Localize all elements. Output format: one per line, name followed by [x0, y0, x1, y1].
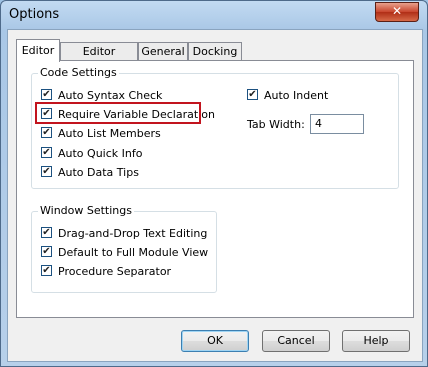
full-module-view-label: Default to Full Module View [58, 246, 209, 259]
tab-editor-label: Editor [21, 44, 55, 57]
auto-list-members-checkbox[interactable]: ✔ [41, 127, 52, 138]
ok-button[interactable]: OK [181, 330, 249, 352]
tab-general[interactable]: General [138, 42, 188, 60]
dialog-client-area: Editor Editor Format General Docking Cod… [7, 29, 423, 362]
close-button[interactable]: ✕ [375, 2, 419, 22]
tab-width-value: 4 [315, 117, 322, 130]
full-module-view-checkbox[interactable]: ✔ [41, 246, 52, 257]
title-bar[interactable]: Options ✕ [1, 1, 427, 29]
highlight-box [35, 102, 201, 124]
editor-tab-panel: Code Settings ✔ Auto Syntax Check ✔ Requ… [16, 60, 414, 318]
procedure-separator-checkbox[interactable]: ✔ [41, 265, 52, 276]
tab-docking-label: Docking [192, 45, 238, 58]
procedure-separator-label: Procedure Separator [58, 265, 172, 278]
drag-and-drop-label: Drag-and-Drop Text Editing [58, 227, 208, 240]
tab-width-input[interactable]: 4 [310, 114, 364, 134]
cancel-button[interactable]: Cancel [262, 330, 330, 352]
auto-indent-checkbox[interactable]: ✔ [247, 89, 258, 100]
options-dialog: Options ✕ Editor Editor Format General D… [0, 0, 428, 367]
auto-syntax-check-checkbox[interactable]: ✔ [41, 89, 52, 100]
code-settings-group: Code Settings ✔ Auto Syntax Check ✔ Requ… [31, 66, 399, 189]
tab-editor[interactable]: Editor [16, 39, 60, 62]
window-settings-group: Window Settings ✔ Drag-and-Drop Text Edi… [31, 204, 217, 293]
close-icon: ✕ [391, 4, 403, 18]
code-settings-label: Code Settings [38, 66, 119, 79]
auto-quick-info-checkbox[interactable]: ✔ [41, 147, 52, 158]
window-settings-label: Window Settings [38, 204, 134, 217]
tab-width-label: Tab Width: [247, 118, 305, 131]
auto-syntax-check-label: Auto Syntax Check [58, 89, 163, 102]
window-title: Options [9, 7, 60, 22]
auto-data-tips-label: Auto Data Tips [58, 166, 139, 179]
auto-quick-info-label: Auto Quick Info [58, 147, 143, 160]
auto-data-tips-checkbox[interactable]: ✔ [41, 166, 52, 177]
tab-general-label: General [141, 45, 185, 58]
auto-indent-label: Auto Indent [264, 89, 329, 102]
drag-and-drop-checkbox[interactable]: ✔ [41, 227, 52, 238]
help-button[interactable]: Help [342, 330, 410, 352]
auto-list-members-label: Auto List Members [58, 127, 161, 140]
tab-editor-format[interactable]: Editor Format [60, 42, 138, 75]
tab-docking[interactable]: Docking [188, 42, 242, 60]
